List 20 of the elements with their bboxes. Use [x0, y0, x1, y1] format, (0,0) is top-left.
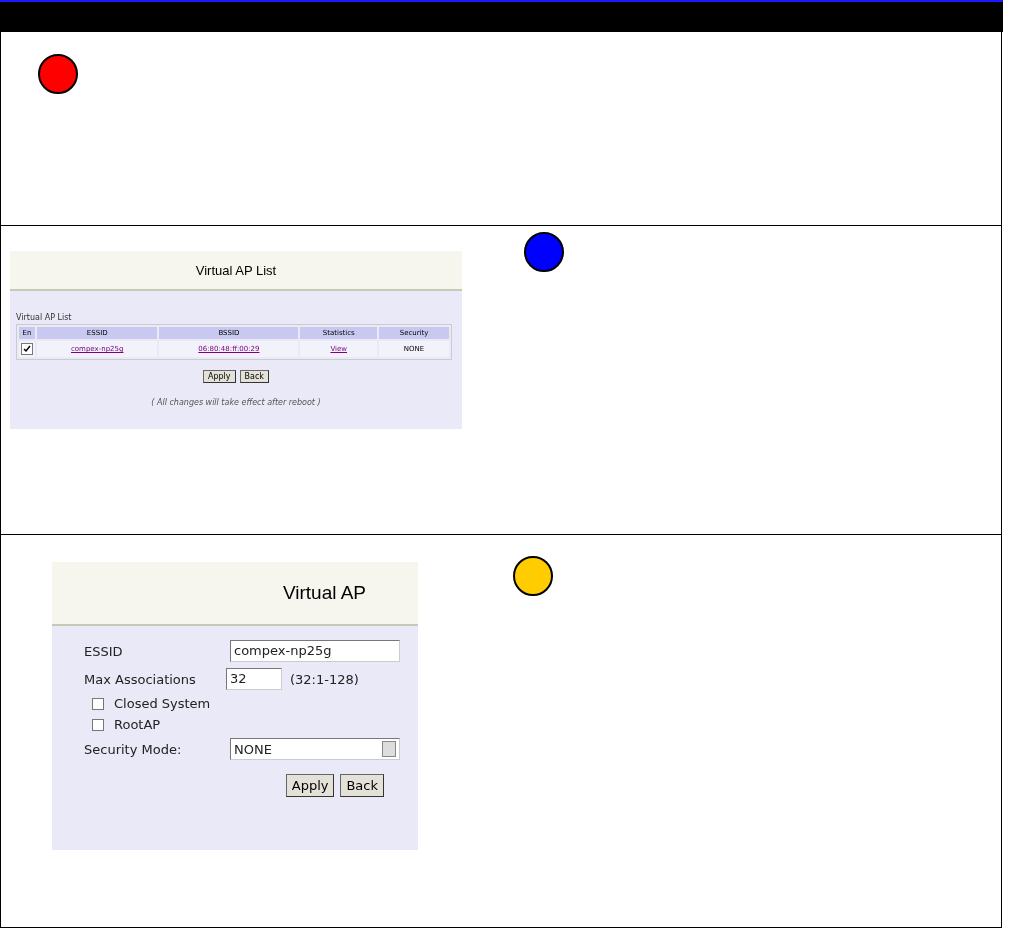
checkbox[interactable]	[92, 697, 104, 710]
checkbox-label: RootAP	[114, 717, 161, 732]
page-title: Virtual AP List	[195, 262, 277, 278]
form-button[interactable]: Back	[239, 370, 269, 383]
checkbox[interactable]	[21, 343, 33, 355]
checkbox[interactable]	[92, 718, 104, 731]
max-associations-field[interactable]: 32	[226, 668, 282, 690]
table-caption: Virtual AP List	[16, 313, 73, 322]
checkbox-label: Closed System	[114, 696, 211, 711]
security-mode-dropdown[interactable]: NONE	[230, 738, 400, 760]
form-button[interactable]: Apply	[203, 370, 236, 383]
form-button[interactable]: Back	[340, 774, 384, 797]
page-title: Virtual AP	[282, 582, 366, 604]
field-label: ESSID	[84, 643, 124, 659]
reboot-note: ( All changes will take effect after reboot )	[151, 398, 321, 407]
essid-field[interactable]: compex-np25g	[230, 640, 400, 662]
range-hint: (32:1-128)	[290, 671, 359, 687]
field-label: Security Mode:	[84, 741, 183, 757]
form-button[interactable]: Apply	[285, 774, 335, 797]
field-label: Max Associations	[84, 671, 197, 687]
